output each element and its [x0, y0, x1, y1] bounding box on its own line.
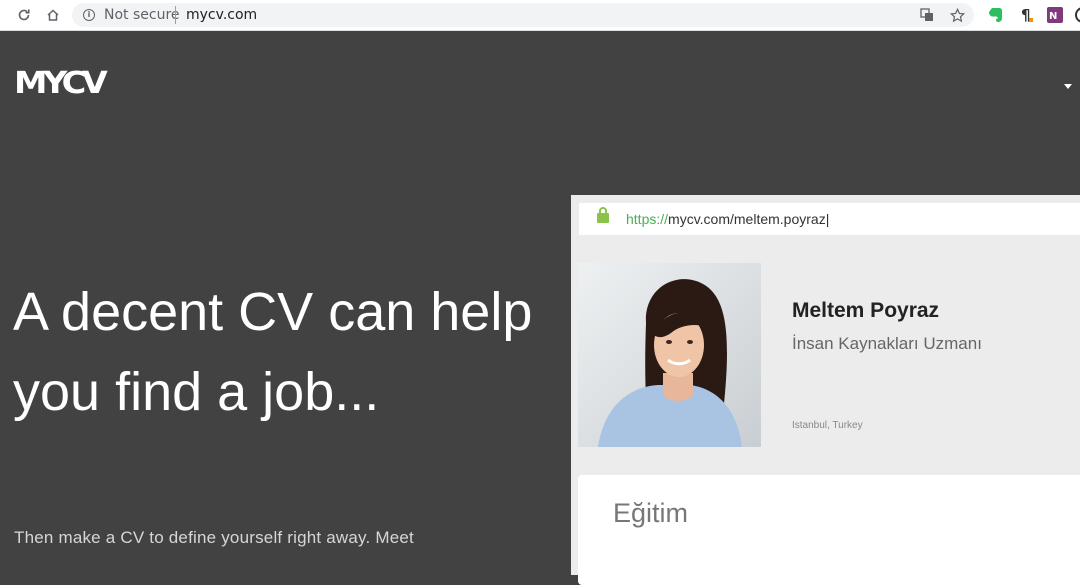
hero-headline: A decent CV can help you find a job... [13, 282, 533, 422]
lock-icon [597, 207, 609, 223]
education-card: Eğitim [578, 475, 1080, 585]
address-bar[interactable]: i Not secure mycv.com [72, 3, 974, 27]
mockup-url: https://mycv.com/meltem.poyraz| [626, 211, 829, 227]
hero-subtext: Then make a CV to define yourself right … [14, 528, 414, 547]
translate-icon[interactable] [918, 6, 936, 24]
svg-text:N: N [1049, 11, 1057, 22]
profile-location: Istanbul, Turkey [792, 420, 863, 431]
mockup-url-path: mycv.com/meltem.poyraz| [668, 211, 830, 227]
profile-name: Meltem Poyraz [792, 299, 940, 322]
profile-avatar[interactable] [1074, 6, 1080, 24]
education-section-title: Eğitim [613, 498, 689, 528]
mockup-address-bar: https://mycv.com/meltem.poyraz| [579, 203, 1080, 235]
profile-preview-mockup: https://mycv.com/meltem.poyraz| Meltem P… [571, 195, 1080, 585]
onenote-icon[interactable]: N [1046, 6, 1064, 24]
profile-job-title: İnsan Kaynakları Uzmanı [792, 334, 982, 353]
info-icon[interactable]: i [83, 9, 95, 21]
url-text[interactable]: mycv.com [186, 7, 257, 23]
mockup-url-scheme: https:// [626, 211, 669, 227]
home-icon[interactable] [41, 4, 65, 26]
evernote-icon[interactable] [988, 6, 1006, 24]
divider [175, 6, 176, 24]
browser-toolbar: i Not secure mycv.com ¶ N [0, 0, 1080, 31]
site-logo[interactable]: MYCV [14, 66, 108, 101]
profile-photo [578, 263, 761, 447]
paragraph-icon[interactable]: ¶ [1018, 6, 1036, 24]
security-label: Not secure [104, 7, 180, 23]
reload-icon[interactable] [12, 4, 36, 26]
star-icon[interactable] [948, 6, 966, 24]
menu-dropdown-caret-icon[interactable] [1064, 84, 1072, 89]
